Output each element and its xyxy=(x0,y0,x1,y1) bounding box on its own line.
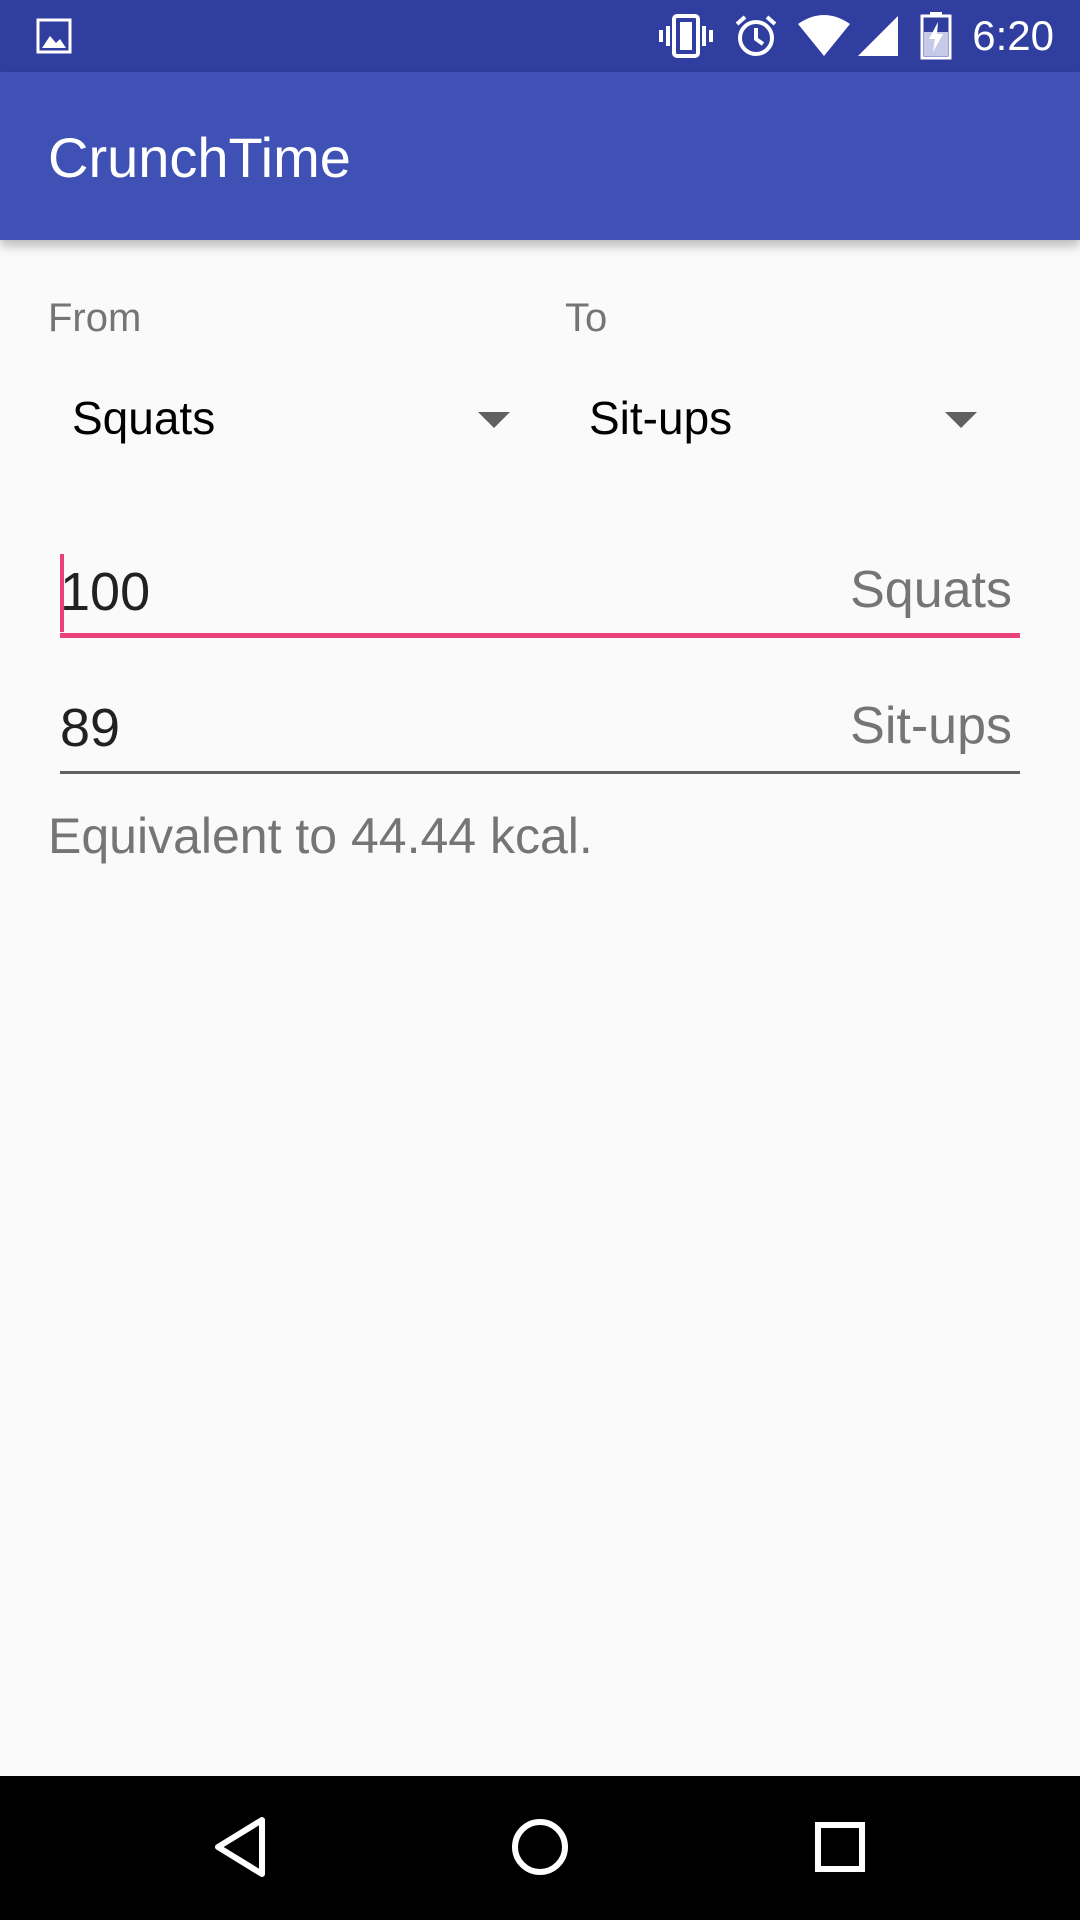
from-label: From xyxy=(48,296,142,340)
output-reps-value: 89 xyxy=(60,698,121,758)
dropdown-arrow-icon xyxy=(945,412,977,428)
wifi-icon xyxy=(796,14,852,63)
to-exercise-spinner[interactable]: Sit-ups xyxy=(565,368,985,468)
status-bar: 6:20 xyxy=(0,0,1080,72)
output-underline xyxy=(60,771,1020,774)
alarm-icon xyxy=(732,12,780,65)
input-reps-field[interactable]: 100 Squats xyxy=(60,548,1020,638)
app-title: CrunchTime xyxy=(48,126,351,189)
recents-icon[interactable] xyxy=(810,1814,870,1885)
output-reps-field[interactable]: 89 Sit-ups xyxy=(60,684,1020,774)
home-icon[interactable] xyxy=(510,1814,570,1885)
output-unit-label: Sit-ups xyxy=(850,697,1012,755)
input-unit-label: Squats xyxy=(850,561,1012,619)
to-exercise-value: Sit-ups xyxy=(589,392,733,444)
dropdown-arrow-icon xyxy=(478,412,510,428)
input-reps-value: 100 xyxy=(60,562,151,622)
signal-icon xyxy=(856,14,900,63)
vibrate-icon xyxy=(658,14,714,63)
calorie-result-text: Equivalent to 44.44 kcal. xyxy=(48,808,593,864)
app-bar: CrunchTime xyxy=(0,72,1080,240)
battery-charging-icon xyxy=(920,12,952,65)
from-exercise-spinner[interactable]: Squats xyxy=(48,368,518,468)
from-exercise-value: Squats xyxy=(72,392,216,444)
back-icon[interactable] xyxy=(210,1814,270,1885)
to-label: To xyxy=(565,296,608,340)
screen: 6:20 CrunchTime From To Squats Sit-ups 1… xyxy=(0,0,1080,1920)
input-underline xyxy=(60,633,1020,638)
navigation-bar xyxy=(0,1776,1080,1920)
status-time: 6:20 xyxy=(972,12,1054,59)
image-icon xyxy=(36,18,72,59)
